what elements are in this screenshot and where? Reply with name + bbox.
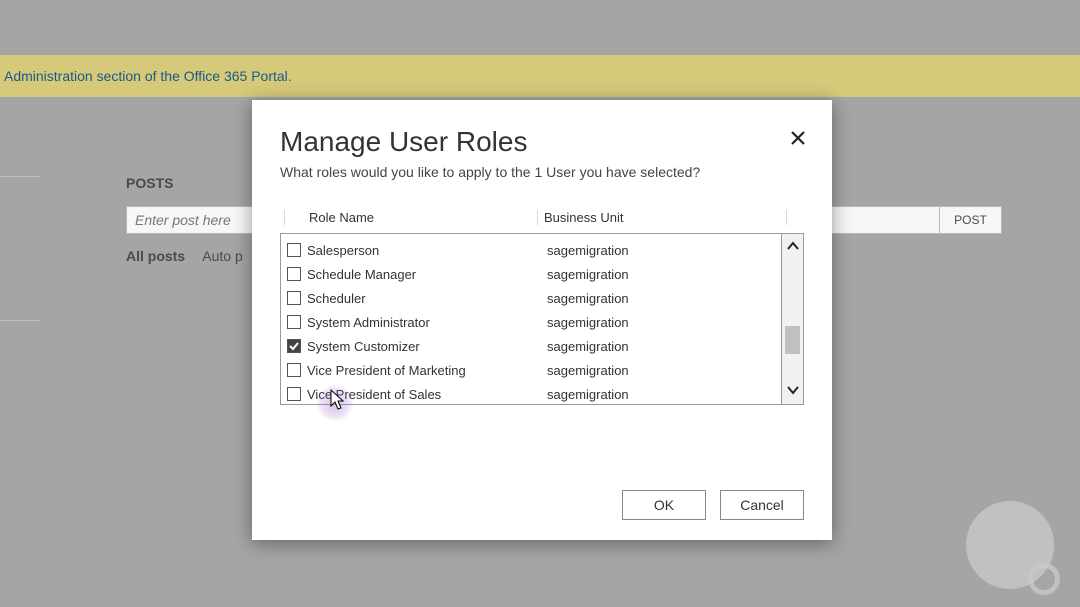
cancel-button[interactable]: Cancel (720, 490, 804, 520)
business-unit-cell: sagemigration (547, 243, 781, 258)
dialog-title: Manage User Roles (280, 126, 804, 158)
role-name-cell: System Customizer (307, 339, 547, 354)
divider (0, 320, 40, 321)
presenter-avatar (950, 485, 1060, 595)
col-spacer (786, 210, 804, 225)
avatar-ring-icon (1028, 563, 1060, 595)
chevron-up-icon (786, 238, 800, 255)
role-row[interactable]: Vice President of Salessagemigration (281, 382, 781, 406)
role-row[interactable]: Vice President of Marketingsagemigration (281, 358, 781, 382)
scrollbar[interactable] (781, 234, 803, 404)
role-checkbox[interactable] (287, 291, 301, 305)
scroll-down-button[interactable] (786, 382, 800, 400)
roles-grid-body: SalespersonsagemigrationSchedule Manager… (281, 234, 781, 404)
role-row[interactable]: System Customizersagemigration (281, 334, 781, 358)
col-business-unit[interactable]: Business Unit (537, 210, 786, 225)
role-row[interactable]: System Administratorsagemigration (281, 310, 781, 334)
role-row[interactable]: Salespersonsagemigration (281, 238, 781, 262)
business-unit-cell: sagemigration (547, 387, 781, 402)
scroll-track[interactable] (782, 256, 803, 382)
manage-user-roles-dialog: Manage User Roles What roles would you l… (252, 100, 832, 540)
chevron-down-icon (786, 382, 800, 399)
info-banner: Administration section of the Office 365… (0, 55, 1080, 97)
business-unit-cell: sagemigration (547, 291, 781, 306)
role-name-cell: Vice President of Marketing (307, 363, 547, 378)
role-checkbox[interactable] (287, 363, 301, 377)
role-row[interactable]: Schedulersagemigration (281, 286, 781, 310)
role-checkbox[interactable] (287, 387, 301, 401)
role-checkbox[interactable] (287, 339, 301, 353)
role-name-cell: Salesperson (307, 243, 547, 258)
role-checkbox[interactable] (287, 267, 301, 281)
business-unit-cell: sagemigration (547, 363, 781, 378)
business-unit-cell: sagemigration (547, 315, 781, 330)
scroll-up-button[interactable] (786, 238, 800, 256)
post-filters: All posts Auto p (126, 248, 257, 264)
post-button[interactable]: POST (940, 206, 1002, 234)
role-checkbox[interactable] (287, 243, 301, 257)
dialog-buttons: OK Cancel (622, 490, 804, 520)
divider (0, 176, 40, 177)
close-icon (790, 130, 806, 151)
grid-header: Role Name Business Unit (280, 210, 804, 225)
dialog-subtitle: What roles would you like to apply to th… (280, 164, 804, 180)
scroll-thumb[interactable] (785, 326, 800, 354)
role-name-cell: Vice President of Sales (307, 387, 547, 402)
ok-button[interactable]: OK (622, 490, 706, 520)
business-unit-cell: sagemigration (547, 267, 781, 282)
banner-text: Administration section of the Office 365… (4, 68, 292, 84)
filter-auto-posts[interactable]: Auto p (202, 248, 242, 264)
filter-all-posts[interactable]: All posts (126, 248, 185, 264)
business-unit-cell: sagemigration (547, 339, 781, 354)
role-row[interactable]: Schedule Managersagemigration (281, 262, 781, 286)
role-name-cell: Schedule Manager (307, 267, 547, 282)
posts-heading: POSTS (126, 175, 173, 191)
close-button[interactable] (786, 128, 810, 152)
role-name-cell: Scheduler (307, 291, 547, 306)
roles-grid: SalespersonsagemigrationSchedule Manager… (280, 233, 804, 405)
role-name-cell: System Administrator (307, 315, 547, 330)
col-role-name[interactable]: Role Name (284, 210, 537, 225)
role-checkbox[interactable] (287, 315, 301, 329)
